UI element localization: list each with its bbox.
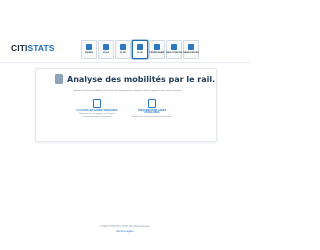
map-pin-icon	[171, 43, 177, 50]
home-icon	[86, 43, 92, 50]
city-icon	[103, 43, 109, 50]
nav-item-ferroviaire[interactable]: Ferroviaire	[149, 40, 165, 59]
nav-item-flux-2[interactable]: Flux	[132, 40, 148, 59]
train-icon	[55, 74, 63, 84]
page-title: Analyse des mobilités par le rail.	[67, 74, 216, 84]
logo[interactable]: CITISTATS	[11, 44, 55, 53]
flux-icon	[120, 43, 126, 50]
rail-icon	[154, 43, 160, 50]
nav-item-ressources[interactable]: Ressources	[183, 40, 199, 59]
nav-item-flux-1[interactable]: Flux	[115, 40, 131, 59]
page-heading: Analyse des mobilités par le rail.	[55, 74, 215, 84]
main-nav: Crises Ville Flux Flux Ferroviaire Géolo…	[81, 40, 199, 59]
choice-flux-gares[interactable]: Flux sur les gares françaises Analyse de…	[76, 99, 118, 118]
chart-icon	[148, 99, 156, 108]
nav-item-ville[interactable]: Ville	[98, 40, 114, 59]
train-icon	[137, 43, 143, 50]
document-icon	[188, 43, 194, 50]
nav-item-crises[interactable]: Crises	[81, 40, 97, 59]
choice-frequentation-gares[interactable]: Fréquentation gares françaises Évolution…	[131, 99, 173, 118]
header-divider	[0, 62, 250, 63]
footer-legal-link[interactable]: Mentions légales	[0, 231, 250, 234]
footer-copyright: © 2023 CITISTATS | CITIS. Tous droits ré…	[100, 226, 150, 228]
station-icon	[93, 99, 101, 108]
top-bar: CITISTATS Crises Ville Flux Flux Ferrovi…	[0, 0, 250, 70]
footer: © 2023 CITISTATS | CITIS. Tous droits ré…	[0, 226, 250, 234]
page-subtitle: Analyse des flux de mobilités par le rai…	[73, 90, 183, 92]
nav-item-geolocation[interactable]: Géolocation	[166, 40, 182, 59]
